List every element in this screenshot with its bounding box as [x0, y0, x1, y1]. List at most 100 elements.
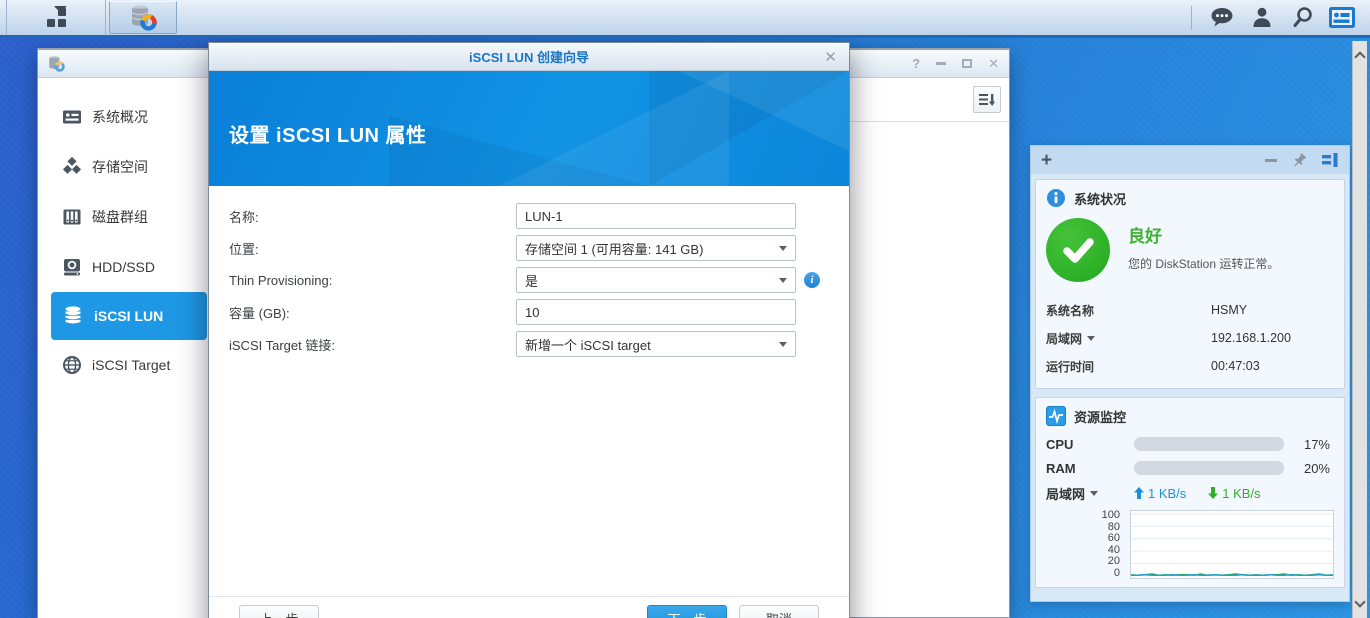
- scroll-up-icon[interactable]: [1354, 51, 1365, 62]
- y-tick: 60: [1046, 533, 1120, 544]
- system-health-title: 系统状况: [1074, 189, 1126, 208]
- uptime-row: 运行时间 00:47:03: [1046, 352, 1334, 380]
- dialog-footer: 上一步 下一步 取消: [209, 596, 849, 618]
- search-icon: [1291, 6, 1314, 29]
- sidebar-item-label: iSCSI Target: [92, 357, 170, 373]
- panel-minimize-button[interactable]: [1265, 159, 1277, 162]
- sidebar-item-hdd-ssd[interactable]: HDD/SSD: [51, 242, 207, 292]
- next-button[interactable]: 下一步: [647, 605, 727, 618]
- capacity-input[interactable]: [516, 299, 796, 325]
- location-select[interactable]: 存储空间 1 (可用容量: 141 GB): [516, 235, 796, 261]
- lan-ip-value: 192.168.1.200: [1211, 331, 1291, 345]
- sidebar-item-label: 系统概况: [92, 107, 148, 127]
- sidebar-item-storage-space[interactable]: 存储空间: [51, 142, 207, 192]
- storage-manager-icon-small: [48, 55, 65, 72]
- banner-facet: [389, 116, 649, 186]
- chart-y-axis: 100 80 60 40 20 0: [1046, 510, 1130, 579]
- storage-manager-taskbar-button[interactable]: [109, 1, 177, 34]
- notifications-button[interactable]: [1204, 2, 1240, 34]
- dialog-title: iSCSI LUN 创建向导: [469, 47, 589, 66]
- sidebar-item-label: HDD/SSD: [92, 259, 155, 275]
- uptime-value: 00:47:03: [1211, 359, 1260, 373]
- name-field-label: 名称:: [229, 207, 516, 226]
- widgets-toggle-button[interactable]: [1324, 2, 1360, 34]
- target-mapping-select[interactable]: 新增一个 iSCSI target: [516, 331, 796, 357]
- lun-stack-icon: [62, 305, 84, 327]
- chat-icon: [1210, 6, 1234, 29]
- network-chart: 100 80 60 40 20 0: [1046, 510, 1334, 579]
- taskbar-right-tray: [1191, 0, 1370, 35]
- resource-monitor-widget: 资源监控 CPU 17% RAM 20% 局域网: [1035, 397, 1345, 588]
- add-widget-button[interactable]: +: [1041, 151, 1052, 170]
- lun-name-input[interactable]: [516, 203, 796, 229]
- sidebar-item-iscsi-lun[interactable]: iSCSI LUN: [51, 292, 207, 340]
- sidebar-item-system-overview[interactable]: 系统概况: [51, 92, 207, 142]
- widgets-panel-icon: [1328, 6, 1356, 30]
- system-name-label: 系统名称: [1046, 302, 1211, 319]
- disk-group-icon: [62, 207, 82, 227]
- sidebar-item-iscsi-target[interactable]: iSCSI Target: [51, 340, 207, 390]
- info-icon[interactable]: i: [804, 272, 820, 288]
- resource-monitor-header: 资源监控: [1046, 404, 1334, 428]
- info-circle-icon: [1046, 188, 1066, 208]
- iscsi-lun-wizard-dialog: iSCSI LUN 创建向导 ✕ 设置 iSCSI LUN 属性 名称: 位置:…: [208, 42, 850, 618]
- search-button[interactable]: [1284, 2, 1320, 34]
- dialog-form: 名称: 位置: 存储空间 1 (可用容量: 141 GB) Thin Provi…: [229, 203, 829, 363]
- network-row: 局域网 1 KB/s 1 KB/s: [1046, 480, 1334, 506]
- main-menu-button[interactable]: [6, 0, 106, 35]
- form-row-name: 名称:: [229, 203, 829, 229]
- y-tick: 80: [1046, 522, 1120, 533]
- desktop-scrollbar[interactable]: [1352, 41, 1367, 618]
- window-close-button[interactable]: ✕: [988, 57, 999, 70]
- window-minimize-button[interactable]: [936, 62, 946, 65]
- window-help-button[interactable]: ?: [912, 57, 920, 70]
- uptime-label: 运行时间: [1046, 358, 1211, 375]
- system-health-header: 系统状况: [1046, 186, 1334, 210]
- chevron-down-icon[interactable]: [1090, 491, 1098, 496]
- chart-plot-area: [1130, 510, 1334, 579]
- dialog-close-button[interactable]: ✕: [824, 48, 837, 66]
- resource-monitor-icon: [1046, 406, 1066, 426]
- sidebar-item-disk-group[interactable]: 磁盘群组: [51, 192, 207, 242]
- back-button[interactable]: 上一步: [239, 605, 319, 618]
- form-row-target-mapping: iSCSI Target 链接: 新增一个 iSCSI target: [229, 331, 829, 357]
- lan-traffic-label: 局域网: [1046, 484, 1085, 503]
- cancel-button[interactable]: 取消: [739, 605, 819, 618]
- target-mapping-label: iSCSI Target 链接:: [229, 335, 516, 354]
- health-check-icon: [1046, 218, 1110, 282]
- taskbar-divider: [1191, 6, 1192, 30]
- user-menu-button[interactable]: [1244, 2, 1280, 34]
- chevron-down-icon: [779, 278, 787, 283]
- cpu-percent: 17%: [1284, 437, 1334, 452]
- storage-manager-icon: [130, 4, 157, 31]
- cpu-row: CPU 17%: [1046, 432, 1334, 456]
- health-description: 您的 DiskStation 运转正常。: [1128, 255, 1279, 272]
- system-info-rows: 系统名称 HSMY 局域网 192.168.1.200 运行时间 00:47:0…: [1046, 296, 1334, 380]
- chevron-down-icon[interactable]: [1087, 336, 1095, 341]
- ram-percent: 20%: [1284, 461, 1334, 476]
- scroll-down-icon[interactable]: [1354, 596, 1365, 607]
- dialog-titlebar[interactable]: iSCSI LUN 创建向导 ✕: [209, 43, 849, 71]
- health-status-text: 良好: [1128, 222, 1279, 247]
- sidebar-item-label: iSCSI LUN: [94, 308, 163, 324]
- thin-provisioning-label: Thin Provisioning:: [229, 273, 516, 288]
- sort-button[interactable]: [973, 86, 1001, 113]
- desktop: ? ✕ 系统概况: [0, 0, 1370, 618]
- y-tick: 100: [1046, 510, 1120, 521]
- upload-arrow-icon: [1134, 487, 1144, 499]
- dialog-heading: 设置 iSCSI LUN 属性: [229, 119, 427, 148]
- cpu-label: CPU: [1046, 437, 1134, 452]
- maximize-icon: [962, 59, 972, 68]
- window-maximize-button[interactable]: [962, 59, 972, 68]
- minimize-icon: [936, 62, 946, 65]
- dock-panel-icon[interactable]: [1322, 153, 1339, 168]
- pin-icon[interactable]: [1291, 152, 1308, 169]
- y-tick: 40: [1046, 545, 1120, 556]
- form-row-capacity: 容量 (GB):: [229, 299, 829, 325]
- system-name-row: 系统名称 HSMY: [1046, 296, 1334, 324]
- cubes-icon: [62, 157, 82, 177]
- form-row-thin-provisioning: Thin Provisioning: 是 i: [229, 267, 829, 293]
- thin-provisioning-select[interactable]: 是: [516, 267, 796, 293]
- globe-icon: [62, 355, 82, 375]
- upload-rate: 1 KB/s: [1148, 486, 1186, 501]
